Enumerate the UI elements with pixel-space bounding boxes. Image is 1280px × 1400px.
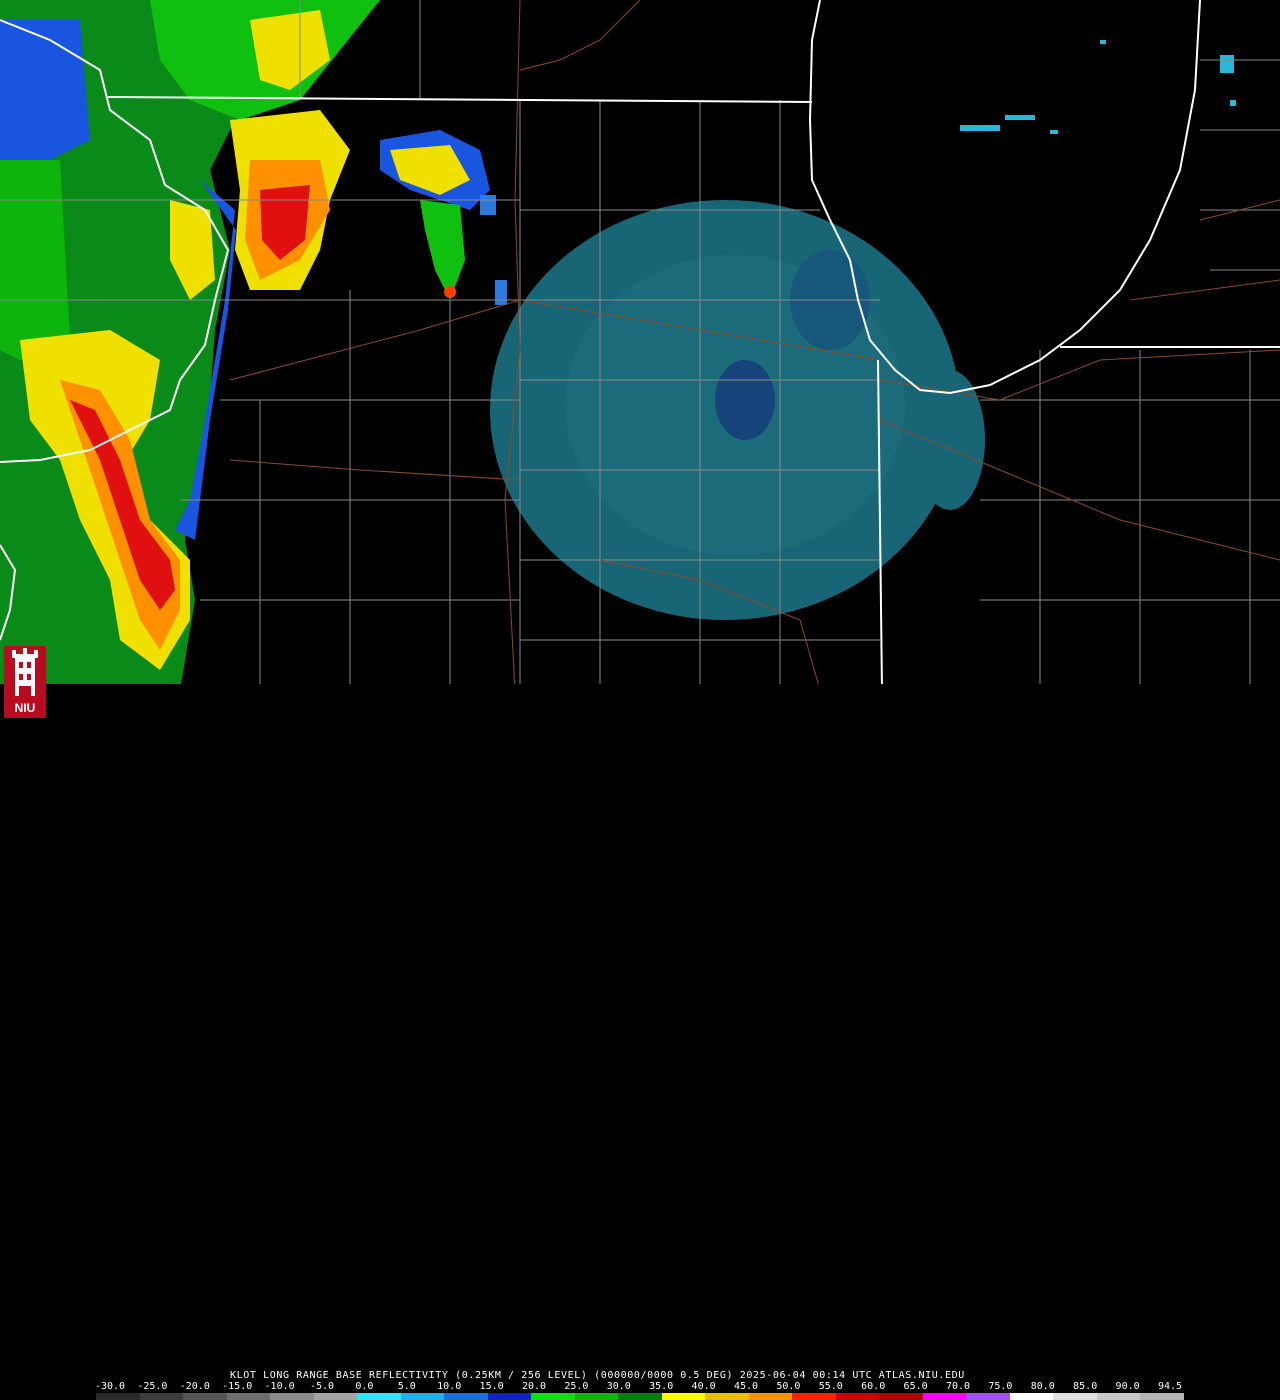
- scale-tick-label: 5.0: [397, 1381, 416, 1392]
- color-bar-segment: [1009, 1393, 1054, 1400]
- color-bar-segment: [487, 1393, 532, 1400]
- color-bar-segment: [966, 1393, 1010, 1400]
- color-bar-segment: [748, 1393, 793, 1400]
- scale-tick-label: 70.0: [945, 1381, 971, 1392]
- scale-tick-label: 40.0: [691, 1381, 716, 1392]
- scale-tick-label: -20.0: [179, 1381, 210, 1392]
- scale-tick-label: 15.0: [479, 1381, 504, 1392]
- scale-tick-label: 85.0: [1073, 1381, 1098, 1392]
- color-bar-segment: [574, 1393, 619, 1400]
- scale-tick-label: -25.0: [137, 1381, 168, 1392]
- color-bar-segment: [1140, 1393, 1184, 1400]
- product-caption: KLOT LONG RANGE BASE REFLECTIVITY (0.25K…: [230, 1370, 965, 1381]
- color-bar-segment: [226, 1393, 271, 1400]
- niu-logo: NIU: [4, 646, 46, 718]
- scale-tick-label: 75.0: [988, 1381, 1013, 1392]
- scale-tick-label: 0.0: [355, 1381, 374, 1392]
- scale-tick-label: 35.0: [649, 1381, 674, 1392]
- color-bar-segment: [879, 1393, 923, 1400]
- scale-tick-label: 30.0: [606, 1381, 631, 1392]
- scale-tick-label: 10.0: [437, 1381, 462, 1392]
- scale-tick-label: 60.0: [861, 1381, 886, 1392]
- scale-tick-label: -5.0: [309, 1381, 335, 1392]
- legend-footer: KLOT LONG RANGE BASE REFLECTIVITY (0.25K…: [0, 684, 1280, 1400]
- color-bar-segment: [1053, 1393, 1097, 1400]
- logo-text: NIU: [14, 701, 36, 715]
- scale-tick-label: 65.0: [903, 1381, 928, 1392]
- color-bar-segment: [183, 1393, 227, 1400]
- color-bar-segment: [705, 1393, 749, 1400]
- reflectivity-color-bar: [96, 1393, 1184, 1400]
- color-bar-segment: [792, 1393, 836, 1400]
- color-bar-segment: [313, 1393, 358, 1400]
- scale-tick-label: 45.0: [733, 1381, 759, 1392]
- scale-tick-labels: -30.0 -25.0 -20.0 -15.0 -10.0 -5.0 0.0 5.0 10.0 1…: [0, 1381, 1280, 1393]
- tower-icon: [12, 648, 38, 696]
- scale-tick-label: 80.0: [1030, 1381, 1055, 1392]
- color-bar-segment: [531, 1393, 575, 1400]
- scale-tick-label: 50.0: [776, 1381, 801, 1392]
- scale-tick-label: -30.0: [94, 1381, 126, 1392]
- color-bar-segment: [400, 1393, 445, 1400]
- scale-tick-label: -10.0: [264, 1381, 295, 1392]
- scale-tick-label: 25.0: [564, 1381, 589, 1392]
- color-bar-segment: [444, 1393, 488, 1400]
- scale-tick-label: 90.0: [1115, 1381, 1140, 1392]
- color-bar-segment: [922, 1393, 967, 1400]
- color-bar-segment: [270, 1393, 314, 1400]
- color-bar-segment: [96, 1393, 140, 1400]
- color-bar-segment: [618, 1393, 662, 1400]
- radar-map: [0, 0, 1280, 690]
- scale-tick-label: 94.5: [1157, 1381, 1183, 1392]
- color-bar-segment: [1096, 1393, 1141, 1400]
- scale-tick-label: 20.0: [521, 1381, 547, 1392]
- color-bar-segment: [661, 1393, 706, 1400]
- scale-tick-label: 55.0: [818, 1381, 843, 1392]
- color-bar-segment: [835, 1393, 880, 1400]
- scale-tick-label: -15.0: [222, 1381, 253, 1392]
- color-bar-segment: [357, 1393, 401, 1400]
- color-bar-segment: [139, 1393, 184, 1400]
